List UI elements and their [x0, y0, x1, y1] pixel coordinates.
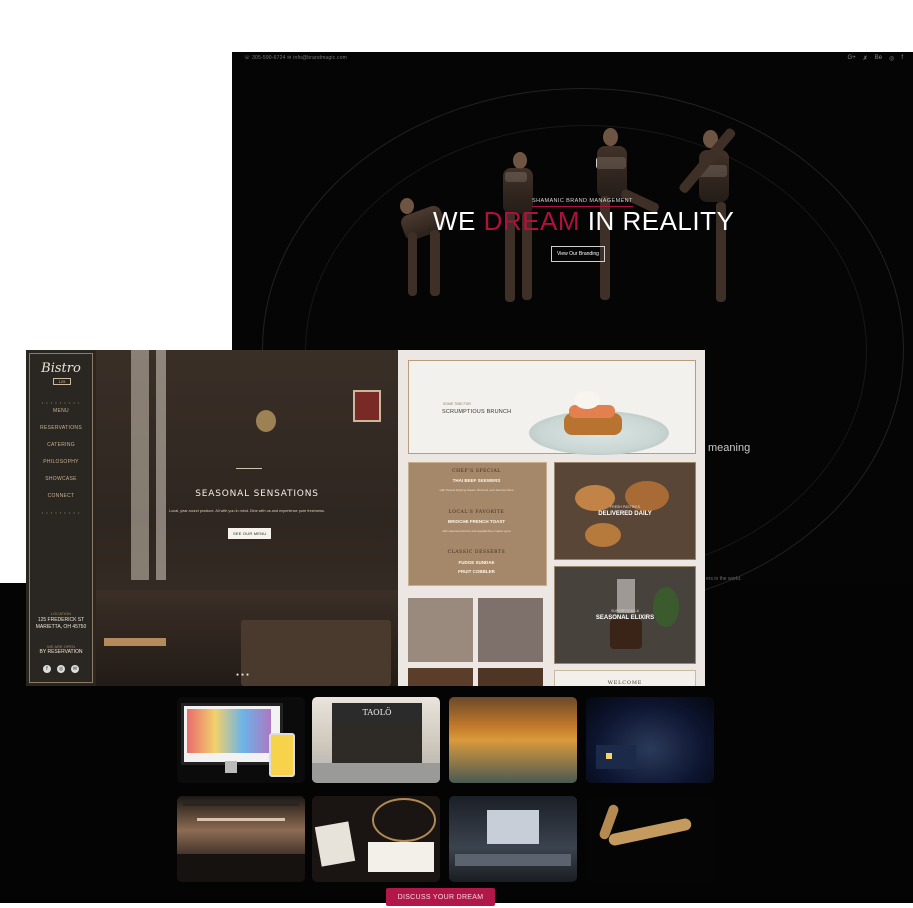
google-plus-icon[interactable]: G+ — [848, 55, 856, 62]
hero-headline-post: IN REALITY — [580, 206, 735, 236]
address-line1: 125 FREDERICK ST — [37, 617, 85, 623]
view-branding-button[interactable]: View Our Branding — [551, 246, 605, 262]
card-welcome: WELCOME — [554, 670, 696, 686]
portfolio-thumb-website-sunset[interactable] — [177, 796, 305, 882]
welcome-label: WELCOME — [607, 680, 643, 686]
see-menu-button[interactable]: SEE OUR MENU — [228, 528, 272, 539]
special-desc: with Peanut Dipping Sauce, Broccoli, and… — [439, 488, 514, 492]
card-elixirs[interactable]: SUPERFOODS & SEASONAL ELIXIRS — [554, 566, 696, 664]
nav-connect[interactable]: CONNECT — [26, 493, 96, 499]
card-pastries[interactable]: FRESH PASTRIES DELIVERED DAILY — [554, 462, 696, 560]
bistro-logo[interactable]: Bistro — [26, 361, 96, 376]
photo-barista[interactable] — [408, 598, 473, 662]
hero-headline-pre: WE — [433, 206, 484, 236]
address: 125 FREDERICK ST MARIETTA, OH 45750 — [26, 617, 96, 631]
section-text-fragment-small: ers in the world. — [706, 576, 742, 582]
window-light — [606, 753, 612, 759]
special-desc: with seasonal berries and Appalachian ma… — [442, 529, 511, 533]
brunch-title: SCRUMPTIOUS BRUNCH — [442, 409, 512, 415]
stage-screen — [487, 810, 539, 844]
monitor-stand — [225, 761, 237, 773]
special-heading: CLASSIC DESSERTS — [447, 550, 506, 555]
special-item: FRUIT COBBLER — [458, 569, 495, 574]
address-line2: MARIETTA, OH 45750 — [35, 624, 87, 630]
monitor-screen — [187, 709, 271, 753]
bistro-content-grid: SOME TIME FOR SCRUMPTIOUS BRUNCH CHEF'S … — [398, 350, 705, 686]
roll-image — [585, 523, 621, 547]
section-text-fragment: meaning — [708, 442, 751, 454]
thumb-footer — [177, 854, 305, 882]
bistro-website-mockup: Bistro 125 • • • • • • • • • MENU RESERV… — [26, 350, 705, 686]
card-brunch[interactable] — [408, 360, 696, 455]
pastries-eyebrow: FRESH PASTRIES — [610, 505, 640, 509]
mandala-image — [372, 798, 436, 842]
thumb-headline-bar — [197, 818, 285, 821]
discuss-dream-button[interactable]: DISCUSS YOUR DREAM — [386, 888, 495, 906]
nav-reservations[interactable]: RESERVATIONS — [26, 425, 96, 431]
special-heading: LOCAL'S FAVORITE — [448, 510, 505, 515]
nav-philosophy[interactable]: PHILOSOPHY — [26, 459, 96, 465]
portfolio-thumb-stage-screens[interactable] — [449, 796, 577, 882]
nav-menu[interactable]: MENU — [26, 408, 96, 414]
facebook-icon[interactable]: f — [43, 665, 51, 673]
brunch-egg — [574, 391, 600, 409]
behance-icon[interactable]: Be — [875, 55, 882, 62]
bistro-logo-number: 125 — [53, 378, 71, 385]
nav-showcase[interactable]: SHOWCASE — [26, 476, 96, 482]
storefront-window — [332, 723, 422, 763]
special-item: THAI BEEF SKEWERS — [452, 478, 501, 483]
acrobat-figure — [607, 817, 693, 847]
location-label: LOCATION — [50, 611, 72, 616]
pastries-title: DELIVERED DAILY — [598, 511, 652, 517]
github-icon[interactable]: ◎ — [889, 55, 894, 62]
hero-headline-accent: DREAM — [483, 206, 581, 236]
portfolio-thumb-autumn-lake[interactable] — [449, 697, 577, 783]
stage-floor — [455, 854, 571, 866]
brunch-eyebrow: SOME TIME FOR — [443, 402, 471, 406]
bistro-hero-image — [96, 350, 398, 686]
phone-image — [269, 733, 295, 777]
chemex-image — [617, 579, 635, 613]
coffee-image — [610, 619, 642, 649]
brochure-image — [314, 821, 356, 867]
hero-headline: WE DREAM IN REALITY — [433, 206, 734, 237]
slider-dots[interactable]: ●●● — [236, 672, 251, 678]
portfolio-thumb-winter-night[interactable] — [586, 697, 714, 783]
book-image — [368, 842, 434, 872]
plant-image — [653, 587, 679, 627]
bistro-sidebar: Bistro 125 • • • • • • • • • MENU RESERV… — [26, 350, 97, 686]
house-silhouette — [596, 745, 636, 769]
special-heading: CHEF'S SPECIAL — [452, 469, 501, 474]
photo-coffee-pour[interactable] — [478, 598, 543, 662]
xing-icon[interactable]: ✗ — [863, 55, 868, 62]
elixirs-eyebrow: SUPERFOODS & — [611, 609, 639, 613]
hours: BY RESERVATION — [39, 649, 83, 655]
instagram-icon[interactable]: ◎ — [57, 665, 65, 673]
elixirs-title: SEASONAL ELIXIRS — [595, 615, 655, 621]
street — [312, 763, 440, 783]
photo-dining[interactable] — [408, 668, 473, 686]
sidebar-divider: • • • • • • • • • — [41, 510, 81, 515]
portfolio-thumb-print-collateral[interactable] — [312, 796, 440, 882]
storefront-sign: TAOLÖ — [332, 703, 422, 723]
photo-dining-2[interactable] — [478, 668, 543, 686]
special-item: BRIOCHE FRENCH TOAST — [447, 519, 506, 524]
special-item: FUDGE SUNDAE — [458, 560, 495, 565]
hero-social-icons: G+ ✗ Be ◎ f — [848, 55, 903, 62]
portfolio-thumb-acrobat[interactable] — [586, 796, 714, 882]
email-icon[interactable]: ✉ — [71, 665, 79, 673]
portfolio-thumb-storefront[interactable]: TAOLÖ — [312, 697, 440, 783]
bistro-hero-title: SEASONAL SENSATIONS — [195, 489, 319, 499]
nav-catering[interactable]: CATERING — [26, 442, 96, 448]
thumb-nav-bar — [183, 800, 299, 806]
hero-contact-info: ☏ 305-590-6724 ✉ info@brandmagic.com — [244, 55, 348, 61]
facebook-icon[interactable]: f — [901, 55, 903, 62]
sidebar-divider: • • • • • • • • • — [41, 400, 81, 405]
hero-divider — [236, 468, 262, 469]
portfolio-thumb-devices[interactable] — [177, 697, 305, 783]
bistro-hero-subtitle: Local, year-round produce. All with you … — [169, 509, 325, 513]
